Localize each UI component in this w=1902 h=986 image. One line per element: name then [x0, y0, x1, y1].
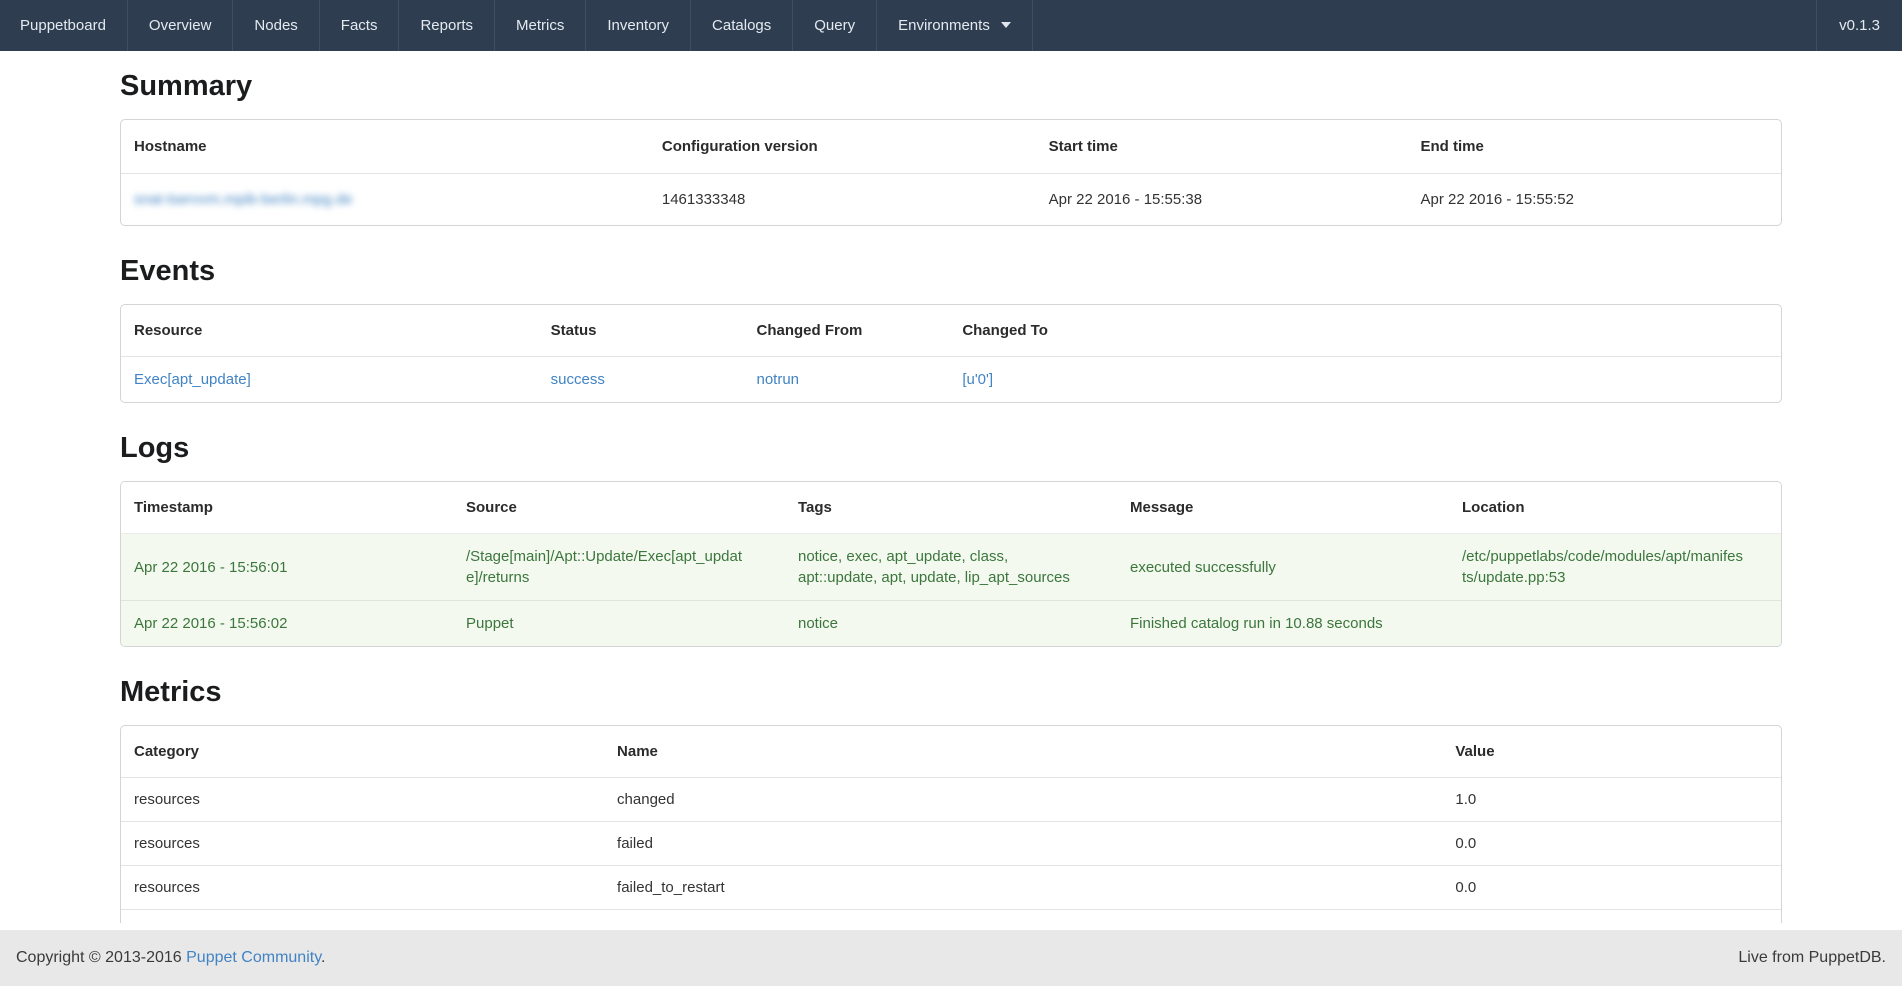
logs-table: Timestamp Source Tags Message Location A…: [121, 482, 1781, 646]
events-heading: Events: [120, 254, 1782, 289]
top-navbar: Puppetboard Overview Nodes Facts Reports…: [0, 0, 1902, 51]
copyright-suffix: .: [321, 949, 325, 966]
nav-item-reports[interactable]: Reports: [399, 0, 495, 51]
log-message-cell: executed successfully: [1117, 534, 1449, 601]
nav-item-query[interactable]: Query: [793, 0, 877, 51]
metric-row: resources failed 0.0: [121, 822, 1781, 866]
metrics-table-cutoff: [121, 909, 1781, 923]
summary-col-config-version: Configuration version: [649, 120, 1036, 174]
nav-item-facts[interactable]: Facts: [320, 0, 400, 51]
logs-heading: Logs: [120, 431, 1782, 466]
metrics-col-category: Category: [121, 726, 604, 778]
environments-label: Environments: [898, 17, 990, 34]
logs-col-timestamp: Timestamp: [121, 482, 453, 534]
summary-header-row: Hostname Configuration version Start tim…: [121, 120, 1781, 174]
metric-name-cell: failed_to_restart: [604, 866, 1442, 910]
summary-panel: Hostname Configuration version Start tim…: [120, 119, 1782, 226]
nav-item-metrics[interactable]: Metrics: [495, 0, 586, 51]
metrics-col-name: Name: [604, 726, 1442, 778]
metric-value-cell: 0.0: [1442, 866, 1781, 910]
metric-category-cell: resources: [121, 866, 604, 910]
nav-item-overview[interactable]: Overview: [128, 0, 234, 51]
metrics-panel: Category Name Value resources changed 1.…: [120, 725, 1782, 923]
metrics-header-row: Category Name Value: [121, 726, 1781, 778]
nav-item-nodes[interactable]: Nodes: [233, 0, 319, 51]
metrics-table: Category Name Value resources changed 1.…: [121, 726, 1781, 909]
metric-row: resources failed_to_restart 0.0: [121, 866, 1781, 910]
log-row: Apr 22 2016 - 15:56:02 Puppet notice Fin…: [121, 601, 1781, 647]
summary-heading: Summary: [120, 69, 1782, 104]
logs-col-tags: Tags: [785, 482, 1117, 534]
events-col-changed-to: Changed To: [949, 305, 1781, 357]
main-content: Summary Hostname Configuration version S…: [0, 51, 1902, 923]
log-row: Apr 22 2016 - 15:56:01 /Stage[main]/Apt:…: [121, 534, 1781, 601]
events-table: Resource Status Changed From Changed To …: [121, 305, 1781, 402]
metric-name-cell: changed: [604, 778, 1442, 822]
metric-name-cell: failed: [604, 822, 1442, 866]
summary-col-end-time: End time: [1407, 120, 1781, 174]
log-source-cell: /Stage[main]/Apt::Update/Exec[apt_update…: [453, 534, 785, 601]
logs-col-message: Message: [1117, 482, 1449, 534]
events-col-status: Status: [538, 305, 744, 357]
navbar-spacer: [1033, 0, 1816, 51]
metric-category-cell: resources: [121, 778, 604, 822]
summary-row: snat-tservvm.mpib-berlin.mpg.de 14613333…: [121, 174, 1781, 226]
summary-table: Hostname Configuration version Start tim…: [121, 120, 1781, 225]
metrics-heading: Metrics: [120, 675, 1782, 710]
event-resource-link[interactable]: Exec[apt_update]: [134, 371, 251, 388]
nav-brand-puppetboard[interactable]: Puppetboard: [0, 0, 128, 51]
log-message-cell: Finished catalog run in 10.88 seconds: [1117, 601, 1449, 647]
event-changed-from-link[interactable]: notrun: [756, 371, 799, 388]
events-col-changed-from: Changed From: [743, 305, 949, 357]
events-panel: Resource Status Changed From Changed To …: [120, 304, 1782, 403]
logs-panel: Timestamp Source Tags Message Location A…: [120, 481, 1782, 647]
copyright-text: Copyright © 2013-2016 Puppet Community.: [16, 949, 325, 967]
nav-dropdown-environments[interactable]: Environments: [877, 0, 1033, 51]
log-timestamp-cell: Apr 22 2016 - 15:56:02: [121, 601, 453, 647]
log-source-cell: Puppet: [453, 601, 785, 647]
summary-col-start-time: Start time: [1036, 120, 1408, 174]
metric-value-cell: 1.0: [1442, 778, 1781, 822]
metric-value-cell: 0.0: [1442, 822, 1781, 866]
log-timestamp-cell: Apr 22 2016 - 15:56:01: [121, 534, 453, 601]
metrics-col-value: Value: [1442, 726, 1781, 778]
copyright-prefix: Copyright © 2013-2016: [16, 949, 186, 966]
nav-item-catalogs[interactable]: Catalogs: [691, 0, 793, 51]
nav-item-inventory[interactable]: Inventory: [586, 0, 691, 51]
logs-header-row: Timestamp Source Tags Message Location: [121, 482, 1781, 534]
version-badge: v0.1.3: [1816, 0, 1902, 51]
puppet-community-link[interactable]: Puppet Community: [186, 949, 321, 966]
metric-category-cell: resources: [121, 822, 604, 866]
log-tags-cell: notice, exec, apt_update, class, apt::up…: [785, 534, 1117, 601]
config-version-cell: 1461333348: [649, 174, 1036, 226]
start-time-cell: Apr 22 2016 - 15:55:38: [1036, 174, 1408, 226]
hostname-link[interactable]: snat-tservvm.mpib-berlin.mpg.de: [134, 191, 352, 208]
end-time-cell: Apr 22 2016 - 15:55:52: [1407, 174, 1781, 226]
event-changed-to-link[interactable]: [u'0']: [962, 371, 993, 388]
summary-col-hostname: Hostname: [121, 120, 649, 174]
logs-col-source: Source: [453, 482, 785, 534]
event-status-link[interactable]: success: [551, 371, 605, 388]
log-location-cell: [1449, 601, 1781, 647]
events-col-resource: Resource: [121, 305, 538, 357]
metric-row: resources changed 1.0: [121, 778, 1781, 822]
log-location-cell: /etc/puppetlabs/code/modules/apt/manifes…: [1449, 534, 1781, 601]
page-footer: Copyright © 2013-2016 Puppet Community. …: [0, 930, 1902, 986]
events-header-row: Resource Status Changed From Changed To: [121, 305, 1781, 357]
chevron-down-icon: [1001, 22, 1011, 28]
log-tags-cell: notice: [785, 601, 1117, 647]
logs-col-location: Location: [1449, 482, 1781, 534]
events-row: Exec[apt_update] success notrun [u'0']: [121, 357, 1781, 403]
live-from-puppetdb-text: Live from PuppetDB.: [1738, 949, 1886, 967]
